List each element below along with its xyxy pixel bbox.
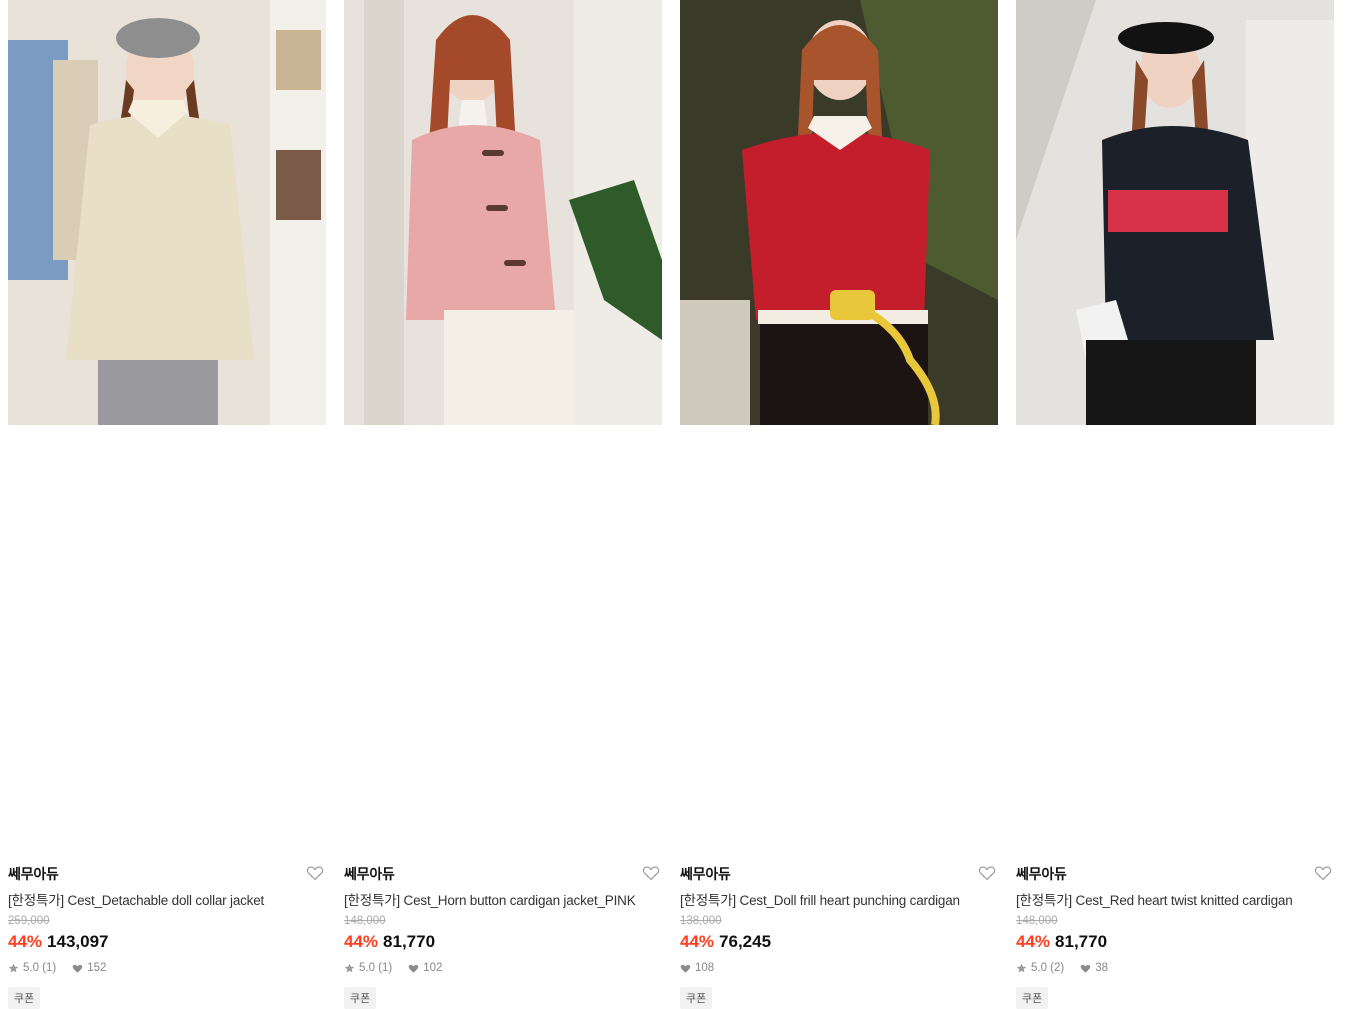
wishlist-heart-icon[interactable] xyxy=(306,865,324,881)
likes-count: 108 xyxy=(695,962,715,974)
sale-price: 81,770 xyxy=(1055,932,1108,951)
product-photo xyxy=(1016,0,1334,425)
discount-rate: 44% xyxy=(680,932,715,951)
star-icon xyxy=(1016,963,1027,973)
price-line: 44% 81,770 xyxy=(344,932,435,952)
product-name[interactable]: [한정특가] Cest_Red heart twist knitted card… xyxy=(1016,889,1293,909)
rating-text: 5.0 (1) xyxy=(23,962,57,974)
rating-text: 5.0 (2) xyxy=(1031,962,1065,974)
heart-icon xyxy=(1081,964,1091,973)
likes-count: 38 xyxy=(1095,962,1109,974)
sale-price: 143,097 xyxy=(47,932,109,951)
brand-name[interactable]: 쎄무아듀 xyxy=(1016,864,1067,884)
product-photo xyxy=(8,0,326,425)
original-price: 148,000 xyxy=(344,915,386,927)
product-name[interactable]: [한정특가] Cest_Horn button cardigan jacket_… xyxy=(344,889,636,909)
product-meta: 5.0 (1) 152 xyxy=(8,962,106,974)
product-photo xyxy=(344,0,662,425)
star-icon xyxy=(344,963,355,973)
coupon-badge[interactable]: 쿠폰 xyxy=(344,987,377,1009)
product-name[interactable]: [한정특가] Cest_Doll frill heart punching ca… xyxy=(680,889,960,909)
brand-name[interactable]: 쎄무아듀 xyxy=(344,864,395,884)
product-grid: 쎄무아듀 [한정특가] Cest_Detachable doll collar … xyxy=(0,0,1345,1009)
heart-icon xyxy=(73,964,83,973)
likes-count: 152 xyxy=(87,962,107,974)
brand-name[interactable]: 쎄무아듀 xyxy=(680,864,731,884)
sale-price: 81,770 xyxy=(383,932,436,951)
product-card[interactable]: 쎄무아듀 [한정특가] Cest_Red heart twist knitted… xyxy=(1016,0,1334,1009)
product-name[interactable]: [한정특가] Cest_Detachable doll collar jacke… xyxy=(8,889,264,909)
discount-rate: 44% xyxy=(8,932,43,951)
price-line: 44% 76,245 xyxy=(680,932,771,952)
product-meta: 5.0 (2) 38 xyxy=(1016,962,1108,974)
sale-price: 76,245 xyxy=(719,932,772,951)
rating-text: 5.0 (1) xyxy=(359,962,393,974)
coupon-badge[interactable]: 쿠폰 xyxy=(8,987,41,1009)
product-image[interactable] xyxy=(344,0,662,425)
product-image[interactable] xyxy=(1016,0,1334,425)
product-card[interactable]: 쎄무아듀 [한정특가] Cest_Detachable doll collar … xyxy=(8,0,326,1009)
coupon-badge[interactable]: 쿠폰 xyxy=(1016,987,1049,1009)
wishlist-heart-icon[interactable] xyxy=(642,865,660,881)
coupon-badge[interactable]: 쿠폰 xyxy=(680,987,713,1009)
product-photo xyxy=(680,0,998,425)
product-meta: 5.0 (1) 102 xyxy=(344,962,442,974)
product-meta: 108 xyxy=(680,962,714,974)
discount-rate: 44% xyxy=(344,932,379,951)
heart-icon xyxy=(409,964,419,973)
star-icon xyxy=(8,963,19,973)
product-image[interactable] xyxy=(680,0,998,425)
original-price: 148,000 xyxy=(1016,915,1058,927)
original-price: 259,000 xyxy=(8,915,50,927)
original-price: 138,000 xyxy=(680,915,722,927)
product-image[interactable] xyxy=(8,0,326,425)
wishlist-heart-icon[interactable] xyxy=(978,865,996,881)
heart-icon xyxy=(680,964,691,973)
price-line: 44% 143,097 xyxy=(8,932,108,952)
price-line: 44% 81,770 xyxy=(1016,932,1107,952)
product-card[interactable]: 쎄무아듀 [한정특가] Cest_Doll frill heart punchi… xyxy=(680,0,998,1009)
likes-count: 102 xyxy=(423,962,443,974)
wishlist-heart-icon[interactable] xyxy=(1314,865,1332,881)
product-card[interactable]: 쎄무아듀 [한정특가] Cest_Horn button cardigan ja… xyxy=(344,0,662,1009)
brand-name[interactable]: 쎄무아듀 xyxy=(8,864,59,884)
discount-rate: 44% xyxy=(1016,932,1051,951)
